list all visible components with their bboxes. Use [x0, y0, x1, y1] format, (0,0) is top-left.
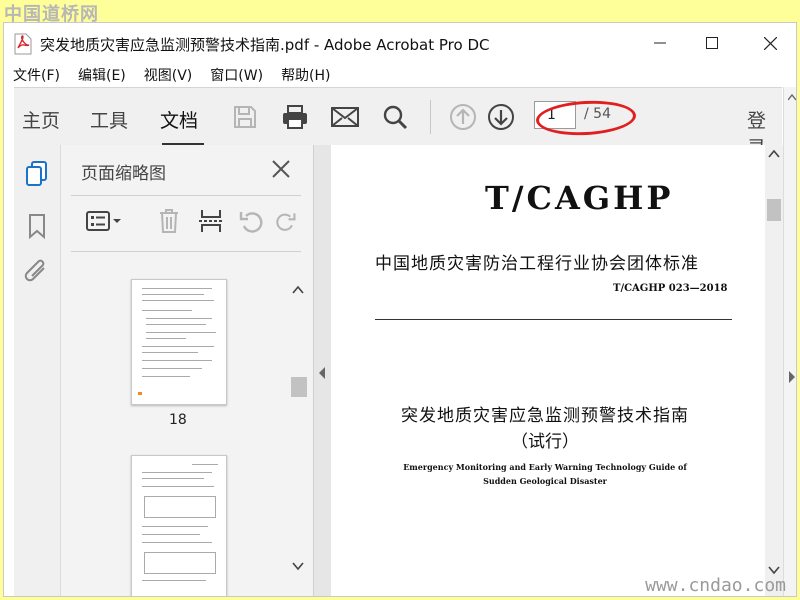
panel-title: 页面缩略图	[81, 164, 166, 184]
email-button[interactable]	[330, 102, 360, 132]
title-bar: 突发地质灾害应急监测预警技术指南.pdf - Adobe Acrobat Pro…	[4, 23, 796, 65]
document-page: T/CAGHP 中国地质灾害防治工程行业协会团体标准 T/CAGHP 023—2…	[335, 149, 755, 596]
association-name: 中国地质灾害防治工程行业协会团体标准	[375, 254, 699, 274]
bottom-accent-line	[4, 596, 797, 597]
panel-divider	[71, 251, 301, 252]
extract-page-button[interactable]	[195, 205, 227, 237]
minimize-button[interactable]	[640, 29, 680, 57]
panel-close-button[interactable]	[267, 155, 295, 183]
thumbnail-options-icon	[86, 211, 121, 231]
menu-window[interactable]: 窗口(W)	[201, 65, 272, 87]
close-icon	[763, 36, 777, 50]
extract-page-icon	[199, 210, 223, 232]
rotate-left-button[interactable]	[235, 205, 267, 237]
toolbar-separator	[430, 100, 431, 134]
thumbnails-scroll-thumb[interactable]	[291, 377, 307, 397]
document-title-en-1: Emergency Monitoring and Early Warning T…	[403, 462, 687, 472]
standard-code-heading: T/CAGHP	[485, 179, 674, 217]
right-pane-edge	[783, 87, 796, 596]
menu-bar: 文件(F) 编辑(E) 视图(V) 窗口(W) 帮助(H)	[4, 65, 796, 87]
menu-edit[interactable]: 编辑(E)	[69, 65, 135, 87]
thumbnail-page-label: 18	[169, 412, 187, 428]
attachment-icon	[24, 259, 45, 282]
thumbnails-scrollbar[interactable]	[289, 283, 305, 595]
search-icon	[383, 105, 408, 130]
search-button[interactable]	[380, 102, 410, 132]
scroll-up-icon[interactable]	[292, 285, 304, 295]
watermark-bottom: www.cndao.com	[645, 575, 786, 596]
pdf-file-icon	[14, 33, 32, 55]
menu-file[interactable]: 文件(F)	[4, 65, 69, 87]
email-icon	[331, 107, 359, 127]
panel-divider	[71, 195, 301, 196]
delete-page-button[interactable]	[153, 205, 185, 237]
document-view[interactable]: T/CAGHP 中国地质灾害防治工程行业协会团体标准 T/CAGHP 023—2…	[331, 145, 765, 596]
scroll-down-icon[interactable]	[768, 565, 780, 575]
document-title-cn: 突发地质灾害应急监测预警技术指南	[401, 406, 689, 426]
tab-tools[interactable]: 工具	[90, 106, 128, 133]
next-page-button[interactable]	[486, 102, 516, 132]
document-scroll-thumb[interactable]	[767, 199, 781, 221]
standard-number: T/CAGHP 023—2018	[613, 283, 728, 294]
menu-help[interactable]: 帮助(H)	[272, 65, 339, 87]
collapse-panel-icon[interactable]	[318, 367, 326, 379]
tab-document[interactable]: 文档	[160, 106, 198, 133]
bookmarks-button[interactable]	[22, 211, 52, 241]
panel-splitter[interactable]	[313, 145, 332, 596]
close-icon	[272, 160, 290, 178]
print-icon	[283, 105, 307, 129]
maximize-icon	[706, 37, 718, 49]
save-button[interactable]	[230, 102, 260, 132]
thumbnail-options-button[interactable]	[83, 205, 127, 237]
page-up-icon	[450, 104, 476, 130]
tab-home[interactable]: 主页	[22, 106, 60, 133]
navigation-rail	[14, 145, 61, 596]
rotate-left-icon	[239, 212, 263, 233]
close-button[interactable]	[750, 29, 790, 57]
rotate-right-icon	[276, 213, 296, 231]
scroll-down-icon[interactable]	[292, 561, 304, 571]
document-title-en-2: Sudden Geological Disaster	[483, 476, 607, 486]
print-button[interactable]	[280, 102, 310, 132]
thumbnails-panel: 页面缩略图 18	[61, 145, 313, 596]
minimize-icon	[654, 42, 666, 44]
page-thumbnail[interactable]	[131, 279, 227, 405]
scroll-up-icon[interactable]	[768, 149, 780, 159]
bookmark-icon	[29, 214, 45, 239]
page-thumbnails-icon	[26, 161, 47, 186]
menu-view[interactable]: 视图(V)	[135, 65, 202, 87]
rotate-right-button[interactable]	[275, 205, 297, 237]
window-title: 突发地质灾害应急监测预警技术指南.pdf - Adobe Acrobat Pro…	[40, 36, 490, 54]
page-thumbnail[interactable]	[131, 455, 227, 596]
maximize-button[interactable]	[692, 29, 732, 57]
document-subtitle-cn: （试行）	[511, 432, 579, 452]
attachments-button[interactable]	[22, 257, 52, 287]
acrobat-window: 突发地质灾害应急监测预警技术指南.pdf - Adobe Acrobat Pro…	[3, 22, 797, 597]
header-rule	[375, 319, 732, 320]
previous-page-button[interactable]	[448, 102, 478, 132]
expand-right-pane-icon[interactable]	[788, 371, 796, 383]
toolbar: 主页 工具 文档 1 / 54 登	[14, 87, 782, 159]
save-icon	[234, 106, 256, 128]
page-thumbnails-button[interactable]	[22, 159, 52, 189]
delete-page-icon	[160, 209, 178, 233]
chevron-up-icon[interactable]	[788, 93, 796, 101]
page-down-icon	[488, 104, 514, 130]
